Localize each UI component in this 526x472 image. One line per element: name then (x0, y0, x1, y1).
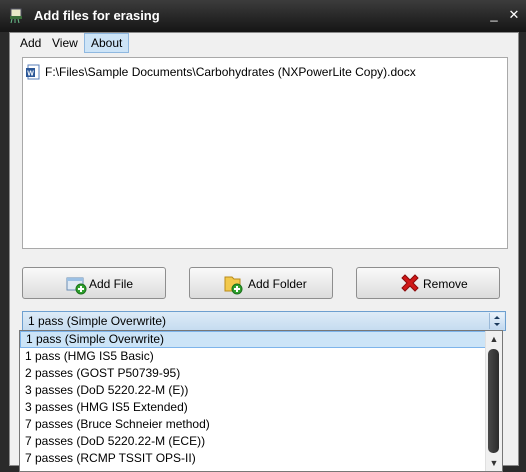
dropdown-scrollbar[interactable]: ▲ ▼ (485, 331, 502, 471)
add-folder-label: Add Folder (248, 277, 307, 291)
window-title: Add files for erasing (34, 8, 160, 23)
svg-text:W: W (27, 71, 34, 78)
remove-button[interactable]: Remove (356, 267, 500, 299)
remove-label: Remove (423, 277, 468, 291)
dropdown-toggle[interactable] (489, 313, 504, 329)
title-bar[interactable]: Add files for erasing _ ✕ (0, 0, 526, 32)
list-item[interactable]: 1 pass (Simple Overwrite) (20, 331, 487, 348)
list-item[interactable]: 7 passes (DoD 5220.22-M (ECE)) (20, 433, 487, 450)
close-button[interactable]: ✕ (506, 7, 522, 23)
list-item[interactable]: 7 passes (RCMP TSSIT OPS-II) (20, 450, 487, 467)
minimize-button[interactable]: _ (486, 7, 502, 23)
list-item[interactable]: 2 passes (GOST P50739-95) (20, 365, 487, 382)
list-item[interactable]: 7 passes (Bruce Schneier method) (20, 416, 487, 433)
erase-method-dropdown-list: 1 pass (Simple Overwrite) 1 pass (HMG IS… (19, 330, 503, 472)
menu-bar: Add View About (10, 33, 518, 53)
add-file-icon (65, 273, 87, 295)
add-file-button[interactable]: Add File (22, 267, 166, 299)
red-x-icon (399, 273, 421, 295)
file-path: F:\Files\Sample Documents\Carbohydrates … (45, 65, 416, 79)
menu-about[interactable]: About (84, 33, 130, 53)
list-item[interactable]: 3 passes (DoD 5220.22-M (E)) (20, 382, 487, 399)
shredder-app-icon (8, 8, 24, 24)
menu-add[interactable]: Add (14, 34, 47, 52)
list-item[interactable]: 1 pass (HMG IS5 Basic) (20, 348, 487, 365)
add-file-label: Add File (89, 277, 134, 291)
scroll-up-arrow-icon[interactable]: ▲ (486, 331, 502, 347)
add-folder-button[interactable]: Add Folder (189, 267, 333, 299)
add-folder-icon (222, 273, 244, 295)
file-list[interactable]: W F:\Files\Sample Documents\Carbohydrate… (22, 57, 508, 249)
selected-method: 1 pass (Simple Overwrite) (28, 314, 167, 328)
scroll-down-arrow-icon[interactable]: ▼ (486, 455, 502, 471)
word-document-icon: W (25, 64, 41, 80)
list-item[interactable]: 3 passes (HMG IS5 Extended) (20, 399, 487, 416)
erase-method-select[interactable]: 1 pass (Simple Overwrite) (22, 311, 506, 331)
scrollbar-thumb[interactable] (488, 349, 499, 453)
menu-view[interactable]: View (46, 34, 84, 52)
